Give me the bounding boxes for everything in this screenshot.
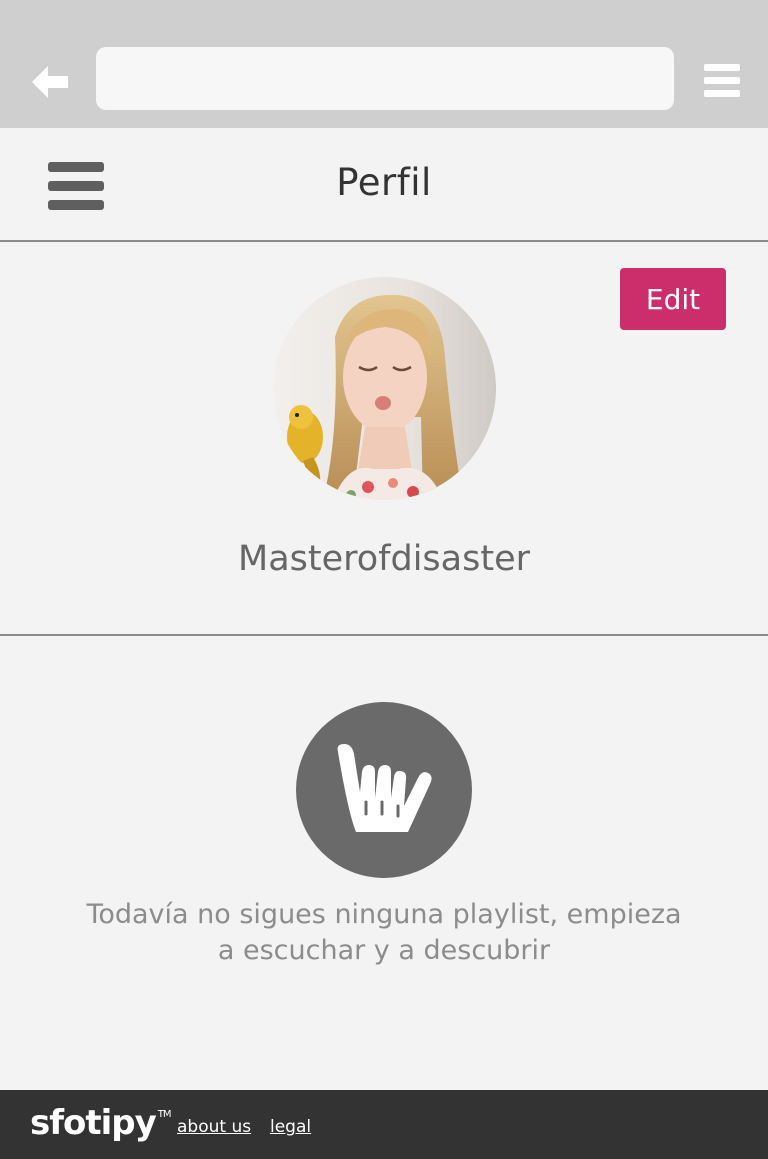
shaka-hand-icon xyxy=(337,744,432,832)
avatar xyxy=(273,277,496,500)
empty-state-badge xyxy=(296,702,472,878)
profile-section: Edit Masterofdisaster xyxy=(0,242,768,636)
footer: sfotipy TM about us legal xyxy=(0,1090,768,1159)
legal-link[interactable]: legal xyxy=(270,1117,311,1137)
url-input[interactable] xyxy=(96,47,674,110)
sfotipy-logo: sfotipy TM xyxy=(30,1103,172,1143)
empty-state-message: Todavía no sigues ninguna playlist, empi… xyxy=(60,897,708,969)
app-header: Perfil xyxy=(0,128,768,242)
username: Masterofdisaster xyxy=(238,539,530,579)
empty-state-line2: a escuchar y a descubrir xyxy=(217,935,551,966)
about-us-link[interactable]: about us xyxy=(177,1117,251,1137)
browser-toolbar xyxy=(0,0,768,128)
browser-menu-icon[interactable] xyxy=(704,62,740,98)
back-arrow-icon[interactable] xyxy=(28,62,72,102)
trademark-mark: TM xyxy=(157,1109,172,1120)
page-title: Perfil xyxy=(336,161,432,204)
empty-state-line1: Todavía no sigues ninguna playlist, empi… xyxy=(86,899,682,930)
logo-text: sfotipy xyxy=(30,1103,157,1143)
edit-profile-button[interactable]: Edit xyxy=(620,268,726,330)
profile-photo xyxy=(273,277,496,500)
